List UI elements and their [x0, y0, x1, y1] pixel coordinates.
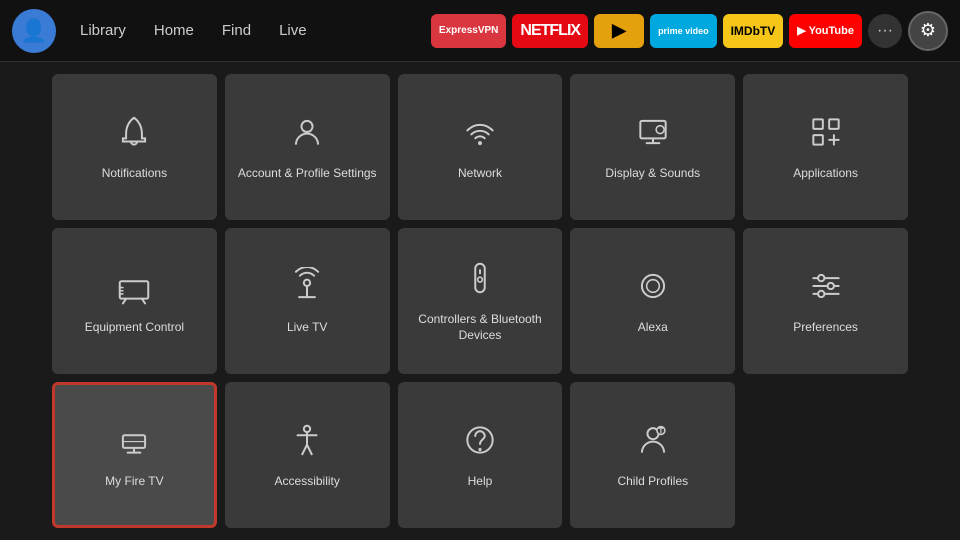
settings-item-help[interactable]: Help [398, 382, 563, 528]
settings-item-alexa[interactable]: Alexa [570, 228, 735, 374]
nav-link-home[interactable]: Home [142, 16, 206, 45]
sliders-icon [807, 267, 845, 310]
settings-grid: Notifications Account & Profile Settings N… [0, 62, 960, 540]
apps-icon [807, 113, 845, 156]
settings-item-label: Child Profiles [617, 474, 688, 490]
nav-link-library[interactable]: Library [68, 16, 138, 45]
more-button[interactable]: ··· [868, 14, 902, 48]
app-youtube[interactable]: ▶ YouTube [789, 14, 862, 48]
remote-icon [461, 259, 499, 302]
nav-links: LibraryHomeFindLive [68, 16, 319, 45]
settings-item-label: Controllers & Bluetooth Devices [408, 312, 553, 343]
app-imdb[interactable]: IMDbTV [723, 14, 784, 48]
app-prime[interactable]: prime video [650, 14, 717, 48]
settings-item-account-profile[interactable]: Account & Profile Settings [225, 74, 390, 220]
app-netflix[interactable]: NETFLIX [512, 14, 588, 48]
settings-item-label: My Fire TV [105, 474, 163, 490]
settings-item-label: Display & Sounds [605, 166, 700, 182]
settings-item-preferences[interactable]: Preferences [743, 228, 908, 374]
help-icon [461, 421, 499, 464]
settings-item-label: Account & Profile Settings [238, 166, 377, 182]
display-icon [634, 113, 672, 156]
nav-link-find[interactable]: Find [210, 16, 263, 45]
settings-item-display-sounds[interactable]: Display & Sounds [570, 74, 735, 220]
app-expressvpn[interactable]: ExpressVPN [431, 14, 506, 48]
settings-item-controllers-bluetooth[interactable]: Controllers & Bluetooth Devices [398, 228, 563, 374]
settings-item-network[interactable]: Network [398, 74, 563, 220]
accessibility-icon [288, 421, 326, 464]
top-nav: 👤 LibraryHomeFindLive ExpressVPNNETFLIX▶… [0, 0, 960, 62]
settings-item-notifications[interactable]: Notifications [52, 74, 217, 220]
settings-item-child-profiles[interactable]: Child Profiles [570, 382, 735, 528]
settings-item-label: Preferences [793, 320, 858, 336]
settings-item-accessibility[interactable]: Accessibility [225, 382, 390, 528]
nav-apps: ExpressVPNNETFLIX▶prime videoIMDbTV▶ You… [431, 11, 948, 51]
settings-item-label: Accessibility [275, 474, 340, 490]
firetv-icon [115, 421, 153, 464]
settings-item-label: Equipment Control [85, 320, 184, 336]
settings-item-applications[interactable]: Applications [743, 74, 908, 220]
settings-item-label: Applications [793, 166, 858, 182]
settings-item-label: Live TV [287, 320, 327, 336]
settings-item-equipment-control[interactable]: Equipment Control [52, 228, 217, 374]
bell-icon [115, 113, 153, 156]
settings-item-label: Network [458, 166, 502, 182]
wifi-icon [461, 113, 499, 156]
settings-item-label: Help [468, 474, 493, 490]
antenna-icon [288, 267, 326, 310]
avatar[interactable]: 👤 [12, 9, 56, 53]
settings-item-label: Notifications [102, 166, 167, 182]
app-plex[interactable]: ▶ [594, 14, 644, 48]
childprofile-icon [634, 421, 672, 464]
settings-item-my-fire-tv[interactable]: My Fire TV [52, 382, 217, 528]
tv-icon [115, 267, 153, 310]
settings-button[interactable]: ⚙ [908, 11, 948, 51]
settings-item-live-tv[interactable]: Live TV [225, 228, 390, 374]
person-icon [288, 113, 326, 156]
alexa-icon [634, 267, 672, 310]
nav-link-live[interactable]: Live [267, 16, 319, 45]
settings-item-label: Alexa [638, 320, 668, 336]
